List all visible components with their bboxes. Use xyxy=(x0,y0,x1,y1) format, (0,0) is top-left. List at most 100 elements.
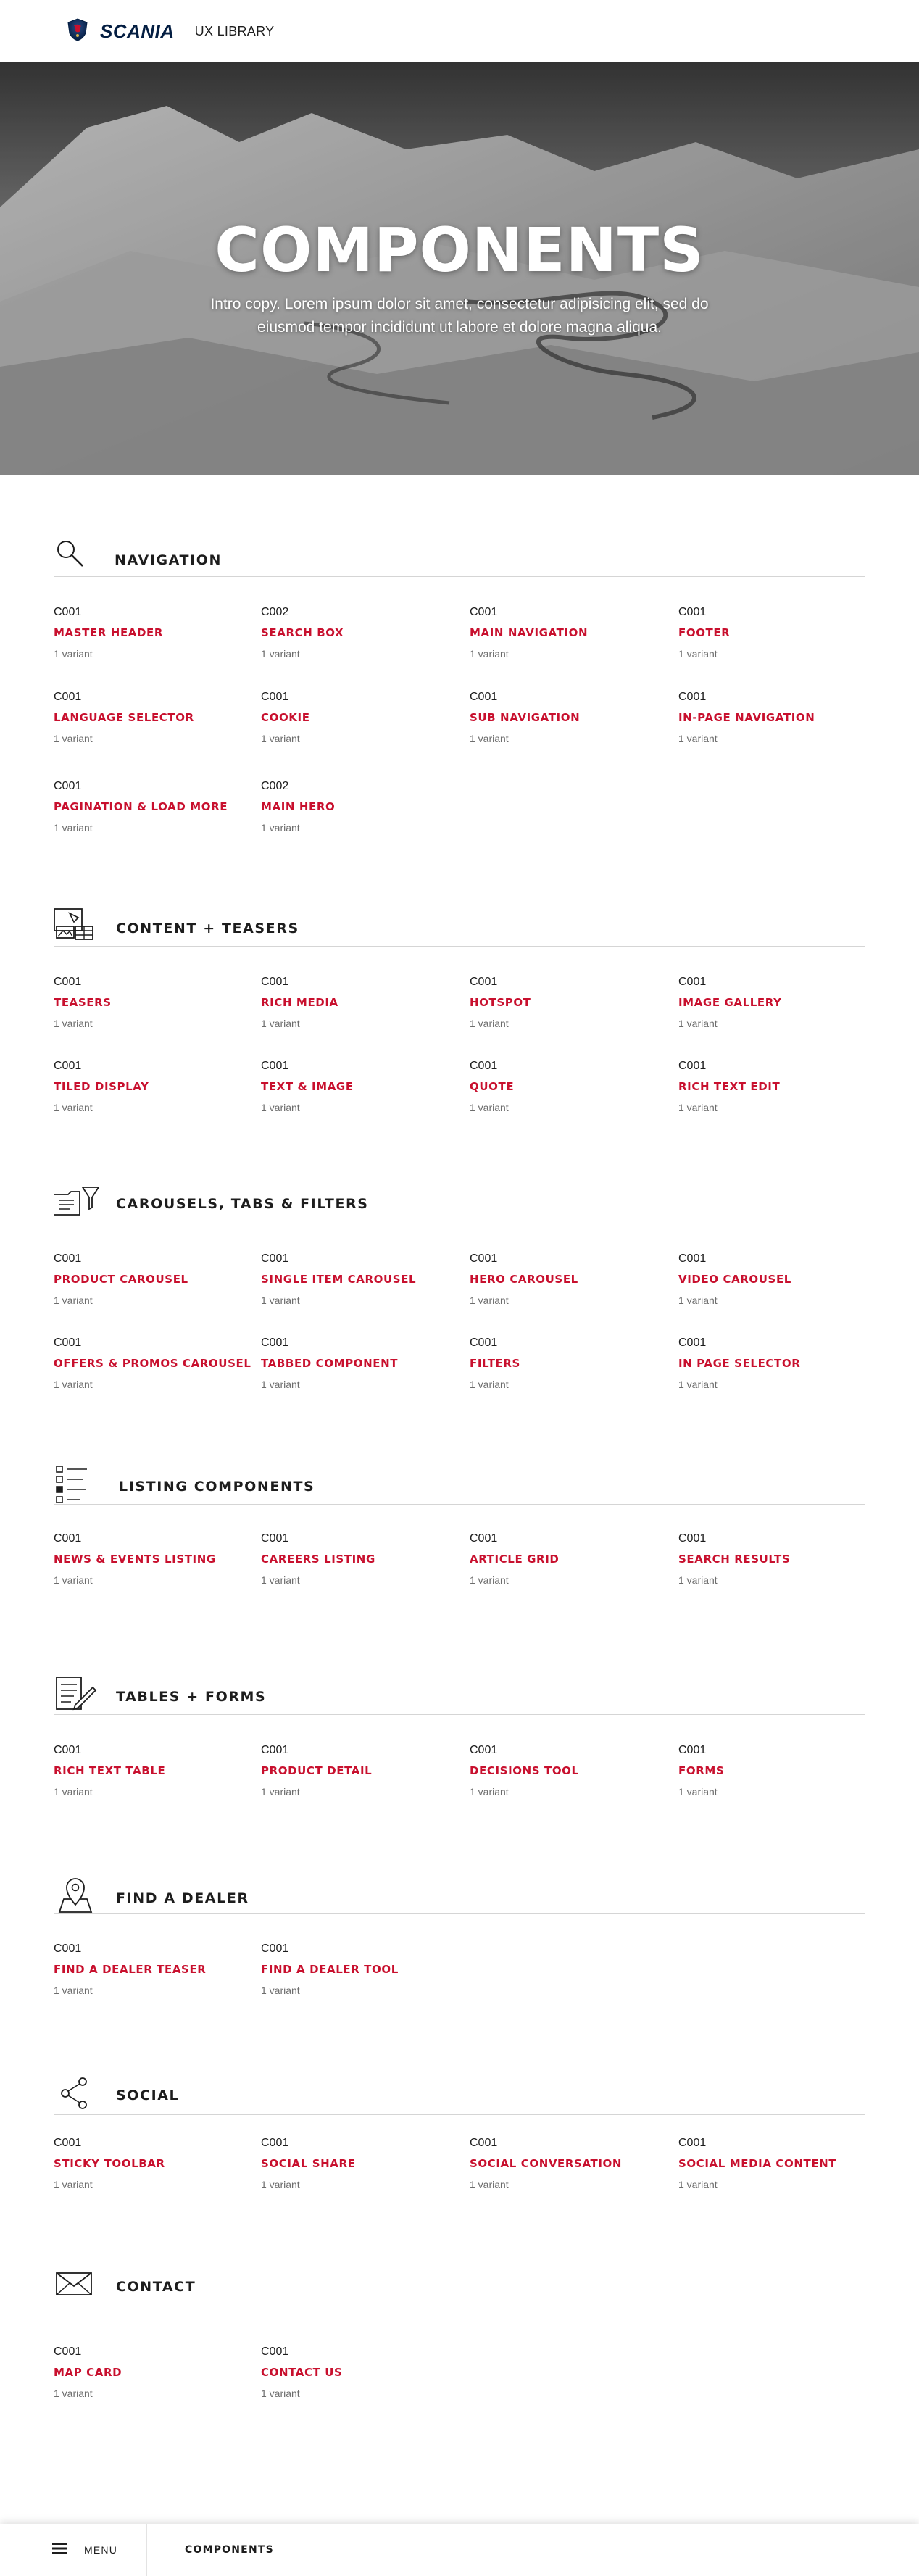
component-link[interactable]: OFFERS & PROMOS CAROUSEL xyxy=(54,1357,257,1370)
component-link[interactable]: RICH MEDIA xyxy=(261,996,464,1009)
component-card[interactable]: C001 IN PAGE SELECTOR 1 variant xyxy=(678,1337,881,1390)
component-link[interactable]: TEASERS xyxy=(54,996,257,1009)
component-link[interactable]: MAP CARD xyxy=(54,2366,257,2379)
component-card[interactable]: C001 NEWS & EVENTS LISTING 1 variant xyxy=(54,1532,257,1586)
component-card[interactable]: C001 TILED DISPLAY 1 variant xyxy=(54,1060,257,1113)
component-card[interactable]: C001 VIDEO CAROUSEL 1 variant xyxy=(678,1252,881,1306)
section-title: LISTING COMPONENTS xyxy=(119,1479,315,1495)
variant-count: 1 variant xyxy=(261,1985,300,1996)
section-find-a-dealer: FIND A DEALER C001 FIND A DEALER TEASER 1 … xyxy=(54,1873,865,1996)
component-link[interactable]: MAIN NAVIGATION xyxy=(470,626,673,639)
component-card[interactable]: C001 SINGLE ITEM CAROUSEL 1 variant xyxy=(261,1252,464,1306)
component-card[interactable]: C001 SOCIAL CONVERSATION 1 variant xyxy=(470,2137,673,2190)
component-card[interactable]: C001 TEASERS 1 variant xyxy=(54,976,257,1029)
hamburger-icon xyxy=(52,2542,67,2558)
component-link[interactable]: FIND A DEALER TEASER xyxy=(54,1963,257,1976)
component-card[interactable]: C001 TEXT & IMAGE 1 variant xyxy=(261,1060,464,1113)
component-card[interactable]: C001 FILTERS 1 variant xyxy=(470,1337,673,1390)
component-card[interactable]: C001 CONTACT US 1 variant xyxy=(261,2346,464,2399)
component-card[interactable]: C001 SEARCH RESULTS 1 variant xyxy=(678,1532,881,1586)
section-header: CONTACT xyxy=(54,2269,865,2309)
component-card[interactable]: C002 MAIN HERO 1 variant xyxy=(261,780,464,834)
component-card[interactable]: C002 SEARCH BOX 1 variant xyxy=(261,606,464,660)
component-card[interactable]: C001 STICKY TOOLBAR 1 variant xyxy=(54,2137,257,2190)
component-card[interactable]: C001 FIND A DEALER TEASER 1 variant xyxy=(54,1943,257,1996)
component-card[interactable]: C001 TABBED COMPONENT 1 variant xyxy=(261,1337,464,1390)
component-link[interactable]: RICH TEXT EDIT xyxy=(678,1080,881,1093)
component-card[interactable]: C001 MASTER HEADER 1 variant xyxy=(54,606,257,660)
component-card[interactable]: C001 DECISIONS TOOL 1 variant xyxy=(470,1744,673,1798)
component-card[interactable]: C001 SOCIAL SHARE 1 variant xyxy=(261,2137,464,2190)
component-card[interactable]: C001 SOCIAL MEDIA CONTENT 1 variant xyxy=(678,2137,881,2190)
component-link[interactable]: SUB NAVIGATION xyxy=(470,711,673,724)
component-link[interactable]: PRODUCT CAROUSEL xyxy=(54,1273,257,1286)
component-link[interactable]: FOOTER xyxy=(678,626,881,639)
component-code: C001 xyxy=(261,1532,289,1545)
component-link[interactable]: RICH TEXT TABLE xyxy=(54,1764,257,1777)
component-link[interactable]: PAGINATION & LOAD MORE xyxy=(54,800,257,813)
component-card[interactable]: C001 PRODUCT DETAIL 1 variant xyxy=(261,1744,464,1798)
component-code: C001 xyxy=(261,691,289,703)
component-card[interactable]: C001 COOKIE 1 variant xyxy=(261,691,464,744)
component-card[interactable]: C001 RICH TEXT EDIT 1 variant xyxy=(678,1060,881,1113)
component-link[interactable]: COOKIE xyxy=(261,711,464,724)
component-link[interactable]: FORMS xyxy=(678,1764,881,1777)
component-card[interactable]: C001 MAP CARD 1 variant xyxy=(54,2346,257,2399)
variant-count: 1 variant xyxy=(261,1379,300,1390)
component-card[interactable]: C001 PRODUCT CAROUSEL 1 variant xyxy=(54,1252,257,1306)
component-link[interactable]: SEARCH BOX xyxy=(261,626,464,639)
component-card[interactable]: C001 SUB NAVIGATION 1 variant xyxy=(470,691,673,744)
component-link[interactable]: CONTACT US xyxy=(261,2366,464,2379)
component-link[interactable]: VIDEO CAROUSEL xyxy=(678,1273,881,1286)
menu-button[interactable]: MENU xyxy=(0,2524,147,2576)
component-card[interactable]: C001 IMAGE GALLERY 1 variant xyxy=(678,976,881,1029)
component-card[interactable]: C001 PAGINATION & LOAD MORE 1 variant xyxy=(54,780,257,834)
component-link[interactable]: SOCIAL SHARE xyxy=(261,2157,464,2170)
component-link[interactable]: HOTSPOT xyxy=(470,996,673,1009)
component-card[interactable]: C001 HOTSPOT 1 variant xyxy=(470,976,673,1029)
variant-count: 1 variant xyxy=(678,1295,718,1306)
component-card[interactable]: C001 QUOTE 1 variant xyxy=(470,1060,673,1113)
component-card[interactable]: C001 ARTICLE GRID 1 variant xyxy=(470,1532,673,1586)
component-card[interactable]: C001 MAIN NAVIGATION 1 variant xyxy=(470,606,673,660)
component-card[interactable]: C001 FOOTER 1 variant xyxy=(678,606,881,660)
variant-count: 1 variant xyxy=(261,1574,300,1586)
section-content-teasers: CONTENT + TEASERS C001 TEASERS 1 variant C… xyxy=(54,906,865,1113)
component-link[interactable]: ARTICLE GRID xyxy=(470,1553,673,1566)
component-card[interactable]: C001 FORMS 1 variant xyxy=(678,1744,881,1798)
variant-count: 1 variant xyxy=(54,1018,93,1029)
component-link[interactable]: NEWS & EVENTS LISTING xyxy=(54,1553,257,1566)
section-listing-components: LISTING COMPONENTS C001 NEWS & EVENTS LIS… xyxy=(54,1464,865,1586)
component-card[interactable]: C001 IN-PAGE NAVIGATION 1 variant xyxy=(678,691,881,744)
component-link[interactable]: MAIN HERO xyxy=(261,800,464,813)
component-link[interactable]: TEXT & IMAGE xyxy=(261,1080,464,1093)
brand-logo-link[interactable]: SCANIA xyxy=(65,17,175,46)
component-card[interactable]: C001 HERO CAROUSEL 1 variant xyxy=(470,1252,673,1306)
component-link[interactable]: TABBED COMPONENT xyxy=(261,1357,464,1370)
component-link[interactable]: TILED DISPLAY xyxy=(54,1080,257,1093)
component-link[interactable]: STICKY TOOLBAR xyxy=(54,2157,257,2170)
component-card[interactable]: C001 RICH MEDIA 1 variant xyxy=(261,976,464,1029)
component-link[interactable]: HERO CAROUSEL xyxy=(470,1273,673,1286)
component-link[interactable]: SINGLE ITEM CAROUSEL xyxy=(261,1273,464,1286)
component-card[interactable]: C001 OFFERS & PROMOS CAROUSEL 1 variant xyxy=(54,1337,257,1390)
menu-label: MENU xyxy=(84,2544,118,2556)
component-card[interactable]: C001 CAREERS LISTING 1 variant xyxy=(261,1532,464,1586)
component-link[interactable]: IN PAGE SELECTOR xyxy=(678,1357,881,1370)
component-link[interactable]: SEARCH RESULTS xyxy=(678,1553,881,1566)
component-link[interactable]: CAREERS LISTING xyxy=(261,1553,464,1566)
component-link[interactable]: PRODUCT DETAIL xyxy=(261,1764,464,1777)
component-card[interactable]: C001 LANGUAGE SELECTOR 1 variant xyxy=(54,691,257,744)
component-link[interactable]: IN-PAGE NAVIGATION xyxy=(678,711,881,724)
component-link[interactable]: IMAGE GALLERY xyxy=(678,996,881,1009)
component-link[interactable]: QUOTE xyxy=(470,1080,673,1093)
component-link[interactable]: MASTER HEADER xyxy=(54,626,257,639)
component-card[interactable]: C001 FIND A DEALER TOOL 1 variant xyxy=(261,1943,464,1996)
component-link[interactable]: FILTERS xyxy=(470,1357,673,1370)
component-link[interactable]: LANGUAGE SELECTOR xyxy=(54,711,257,724)
component-link[interactable]: SOCIAL MEDIA CONTENT xyxy=(678,2157,881,2170)
component-link[interactable]: DECISIONS TOOL xyxy=(470,1764,673,1777)
component-link[interactable]: FIND A DEALER TOOL xyxy=(261,1963,464,1976)
component-link[interactable]: SOCIAL CONVERSATION xyxy=(470,2157,673,2170)
component-card[interactable]: C001 RICH TEXT TABLE 1 variant xyxy=(54,1744,257,1798)
